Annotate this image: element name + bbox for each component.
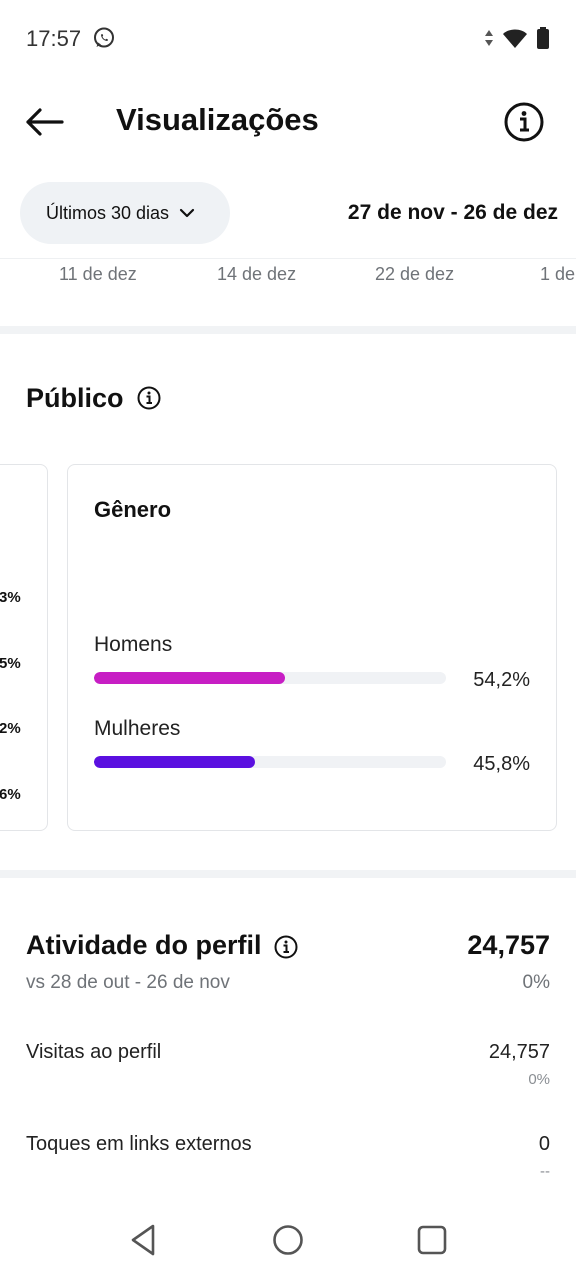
gender-percent-women: 45,8% <box>473 753 530 775</box>
age-percent: 2% <box>0 720 21 737</box>
age-percent: 6% <box>0 786 21 803</box>
chevron-down-icon <box>179 208 195 218</box>
date-range-text: 27 de nov - 26 de dez <box>347 201 558 224</box>
profile-activity-value: 24,757 <box>467 930 550 960</box>
arrow-left-icon <box>26 108 64 136</box>
audience-title: Público <box>26 383 124 413</box>
gender-bar-track <box>94 756 446 768</box>
gender-label-men: Homens <box>94 633 173 656</box>
gender-card[interactable]: Gênero Homens 54,2% Mulheres 45,8% <box>67 464 557 831</box>
external-link-taps-delta: -- <box>540 1163 550 1180</box>
info-icon[interactable] <box>502 100 546 144</box>
gender-bar-men <box>94 672 285 684</box>
nav-recents-icon[interactable] <box>412 1220 452 1260</box>
date-range-label: Últimos 30 dias <box>46 202 170 223</box>
chart-baseline <box>0 258 576 259</box>
profile-activity-title: Atividade do perfil <box>26 930 262 960</box>
back-button[interactable] <box>22 100 66 144</box>
gender-percent-men: 54,2% <box>473 669 530 691</box>
profile-activity-delta: 0% <box>522 972 550 993</box>
profile-visits-value: 24,757 <box>488 1041 550 1063</box>
gender-title: Gênero <box>94 497 172 522</box>
profile-activity-compare: vs 28 de out - 26 de nov <box>26 972 230 993</box>
date-range-dropdown[interactable]: Últimos 30 dias <box>20 182 230 244</box>
status-time: 17:57 <box>26 26 82 51</box>
data-transfer-icon <box>485 30 493 46</box>
battery-icon <box>537 27 549 49</box>
section-divider <box>0 870 576 878</box>
nav-back-icon[interactable] <box>124 1220 164 1260</box>
chart-tick-label: 11 de dez <box>59 264 137 284</box>
info-icon[interactable] <box>136 385 162 411</box>
external-link-taps-value: 0 <box>538 1133 550 1155</box>
page-title: Visualizações <box>116 102 319 137</box>
age-percent: 3% <box>0 589 21 606</box>
profile-visits-label: Visitas ao perfil <box>26 1041 162 1063</box>
info-icon[interactable] <box>273 934 299 960</box>
gender-bar-women <box>94 756 256 768</box>
external-link-taps-label: Toques em links externos <box>26 1133 252 1155</box>
chart-tick-label: 14 de dez <box>217 264 297 284</box>
profile-visits-delta: 0% <box>528 1071 550 1088</box>
age-percent: 5% <box>0 655 21 672</box>
status-icons <box>484 26 550 50</box>
chart-tick-label: 1 de <box>540 264 576 284</box>
section-divider <box>0 326 576 334</box>
gender-label-women: Mulheres <box>94 717 181 740</box>
chart-tick-label: 22 de dez <box>375 264 455 284</box>
nav-home-icon[interactable] <box>268 1220 308 1260</box>
age-card-partial[interactable]: 3% 5% 2% 6% <box>0 464 48 831</box>
gender-bar-track <box>94 672 446 684</box>
wifi-icon <box>503 29 527 48</box>
whatsapp-icon <box>94 27 114 48</box>
